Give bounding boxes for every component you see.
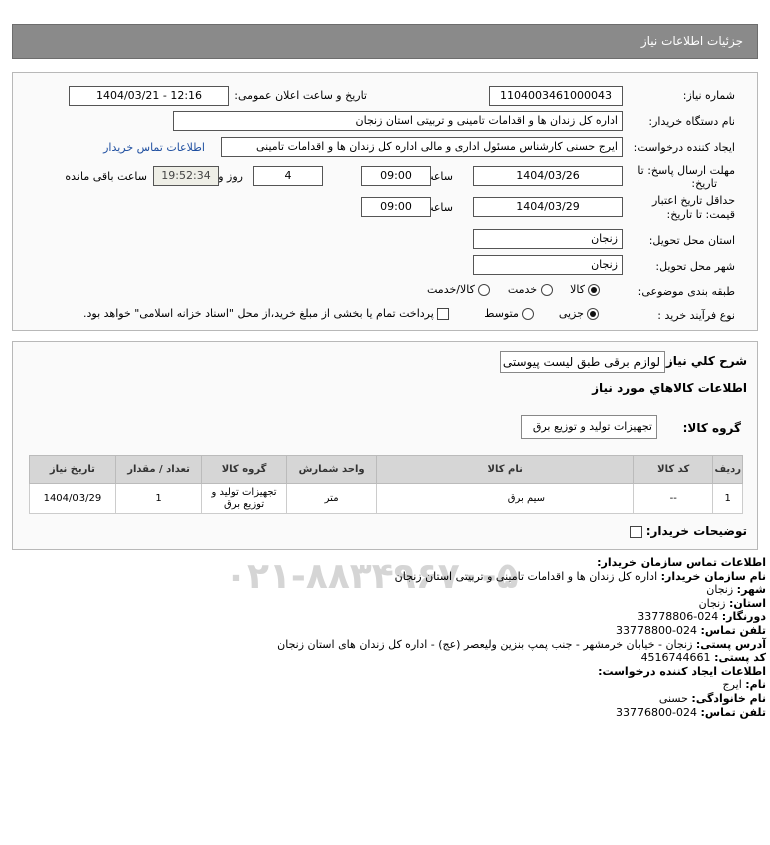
contact-address: زنجان - خیابان خرمشهر - جنب پمپ بنزین ول… <box>277 637 693 651</box>
summary-label: شرح کلي نياز: <box>661 354 747 368</box>
cell-row: 1 <box>712 483 743 514</box>
remaining-label: ساعت باقی مانده <box>65 170 147 183</box>
radio-icon <box>522 308 535 320</box>
cell-unit: متر <box>285 483 378 514</box>
col-row: ردیف <box>712 455 743 484</box>
creator-field[interactable]: ایرج حسنی کارشناس مسئول اداری و مالی ادا… <box>221 137 623 157</box>
creator-label: ایجاد کننده درخواست: <box>633 141 735 154</box>
cell-qty: 1 <box>114 483 203 514</box>
radio-icon <box>540 284 553 296</box>
process-radio-medium[interactable]: متوسط <box>484 307 535 320</box>
validity-date-field[interactable]: 1404/03/29 <box>473 197 623 217</box>
buyer-notes-label: توضیحات خریدار: <box>629 524 747 538</box>
buyer-contact-link[interactable]: اطلاعات تماس خریدار <box>103 141 205 154</box>
group-field[interactable]: تجهیزات تولید و توزیع برق <box>521 415 657 439</box>
contact-title: اطلاعات تماس سازمان خریدار: <box>597 556 766 569</box>
buyer-org-label: نام دستگاه خریدار: <box>648 115 735 128</box>
process-label: نوع فرآیند خرید : <box>657 309 735 322</box>
category-radio-goods[interactable]: کالا <box>570 283 601 296</box>
radio-selected-icon <box>587 308 600 320</box>
announce-label: تاریخ و ساعت اعلان عمومی: <box>234 89 367 102</box>
summary-field[interactable]: لوازم برقی طبق لیست پیوستی <box>500 351 665 373</box>
buyer-org-field[interactable]: اداره کل زندان ها و اقدامات تامینی و ترب… <box>173 111 623 131</box>
contact-province: زنجان <box>698 596 726 610</box>
col-group: گروه کالا <box>201 455 287 484</box>
col-qty: تعداد / مقدار <box>114 455 203 484</box>
deadline-label-2: تاریخ: <box>691 177 717 190</box>
col-code: کد کالا <box>632 455 714 484</box>
delivery-city-field[interactable]: زنجان <box>473 255 623 275</box>
checkbox-icon <box>437 308 450 320</box>
delivery-place-field[interactable]: زنجان <box>473 229 623 249</box>
cell-group: تجهیزات تولید و توزیع برق <box>201 483 287 514</box>
cell-name: سیم برق <box>376 483 634 514</box>
cell-code: -- <box>632 483 714 514</box>
remaining-time-field: 19:52:34 <box>153 166 219 186</box>
need-number-label: شماره نیاز: <box>682 89 735 102</box>
table-header-row: ردیف کد کالا نام کالا واحد شمارش گروه کا… <box>29 455 743 484</box>
delivery-city-label: شهر محل تحویل: <box>655 260 735 273</box>
contact-section: اطلاعات تماس سازمان خریدار: نام سازمان خ… <box>277 556 766 719</box>
deadline-time-field[interactable]: 09:00 <box>361 166 431 186</box>
goods-info-title: اطلاعات کالاهاي مورد نياز <box>592 381 747 395</box>
page-title: جزئیات اطلاعات نیاز <box>640 34 743 48</box>
contact-fax: 024-33778806 <box>637 610 719 624</box>
contact-city: زنجان <box>706 583 734 597</box>
days-field[interactable]: 4 <box>253 166 323 186</box>
process-radio-minor[interactable]: جزیی <box>559 307 600 320</box>
deadline-label-1: مهلت ارسال پاسخ: تا <box>637 164 735 177</box>
need-info-panel: شماره نیاز: 1104003461000043 تاریخ و ساع… <box>12 72 758 331</box>
col-unit: واحد شمارش <box>285 455 378 484</box>
validity-label-1: حداقل تاریخ اعتبار <box>651 194 735 207</box>
process-options: جزیی متوسط پرداخت تمام یا بخشی از مبلغ خ… <box>83 307 600 320</box>
need-number-field[interactable]: 1104003461000043 <box>489 86 623 106</box>
category-radio-goods-service[interactable]: کالا/خدمت <box>427 283 491 296</box>
category-radio-service[interactable]: خدمت <box>508 283 553 296</box>
announce-field[interactable]: 1404/03/21 - 12:16 <box>69 86 229 106</box>
deadline-date-field[interactable]: 1404/03/26 <box>473 166 623 186</box>
buyer-notes-checkbox[interactable] <box>629 525 642 538</box>
creator-title: اطلاعات ایجاد کننده درخواست: <box>598 664 766 678</box>
creator-phone: 024-33776800 <box>616 705 698 719</box>
page-header: جزئیات اطلاعات نیاز <box>12 24 758 59</box>
group-label: گروه کالا: <box>682 421 741 435</box>
radio-icon <box>478 284 491 296</box>
contact-phone: 024-33778800 <box>616 623 698 637</box>
days-label: روز و <box>218 170 243 183</box>
goods-table: ردیف کد کالا نام کالا واحد شمارش گروه کا… <box>29 455 743 514</box>
validity-time-field[interactable]: 09:00 <box>361 197 431 217</box>
col-name: نام کالا <box>376 455 634 484</box>
table-row[interactable]: 1 -- سیم برق متر تجهیزات تولید و توزیع ب… <box>29 483 743 514</box>
treasury-checkbox[interactable] <box>437 307 450 320</box>
category-label: طبقه بندی موضوعی: <box>637 285 735 298</box>
contact-org: اداره کل زندان ها و اقدامات تامینی و ترب… <box>394 569 658 583</box>
goods-panel: شرح کلي نياز: لوازم برقی طبق لیست پیوستی… <box>12 341 758 550</box>
category-options: کالا خدمت کالا/خدمت <box>427 283 601 296</box>
contact-postal: 4516744661 <box>640 651 711 665</box>
radio-selected-icon <box>588 284 601 296</box>
col-date: تاریخ نیاز <box>29 455 116 484</box>
cell-date: 1404/03/29 <box>29 483 116 514</box>
creator-name: ایرج <box>722 678 742 692</box>
payment-note: پرداخت تمام یا بخشی از مبلغ خرید،از محل … <box>83 307 434 320</box>
delivery-place-label: استان محل تحویل: <box>648 234 735 247</box>
creator-family: حسنی <box>658 691 688 705</box>
validity-label-2: قیمت: تا تاریخ: <box>666 208 735 221</box>
